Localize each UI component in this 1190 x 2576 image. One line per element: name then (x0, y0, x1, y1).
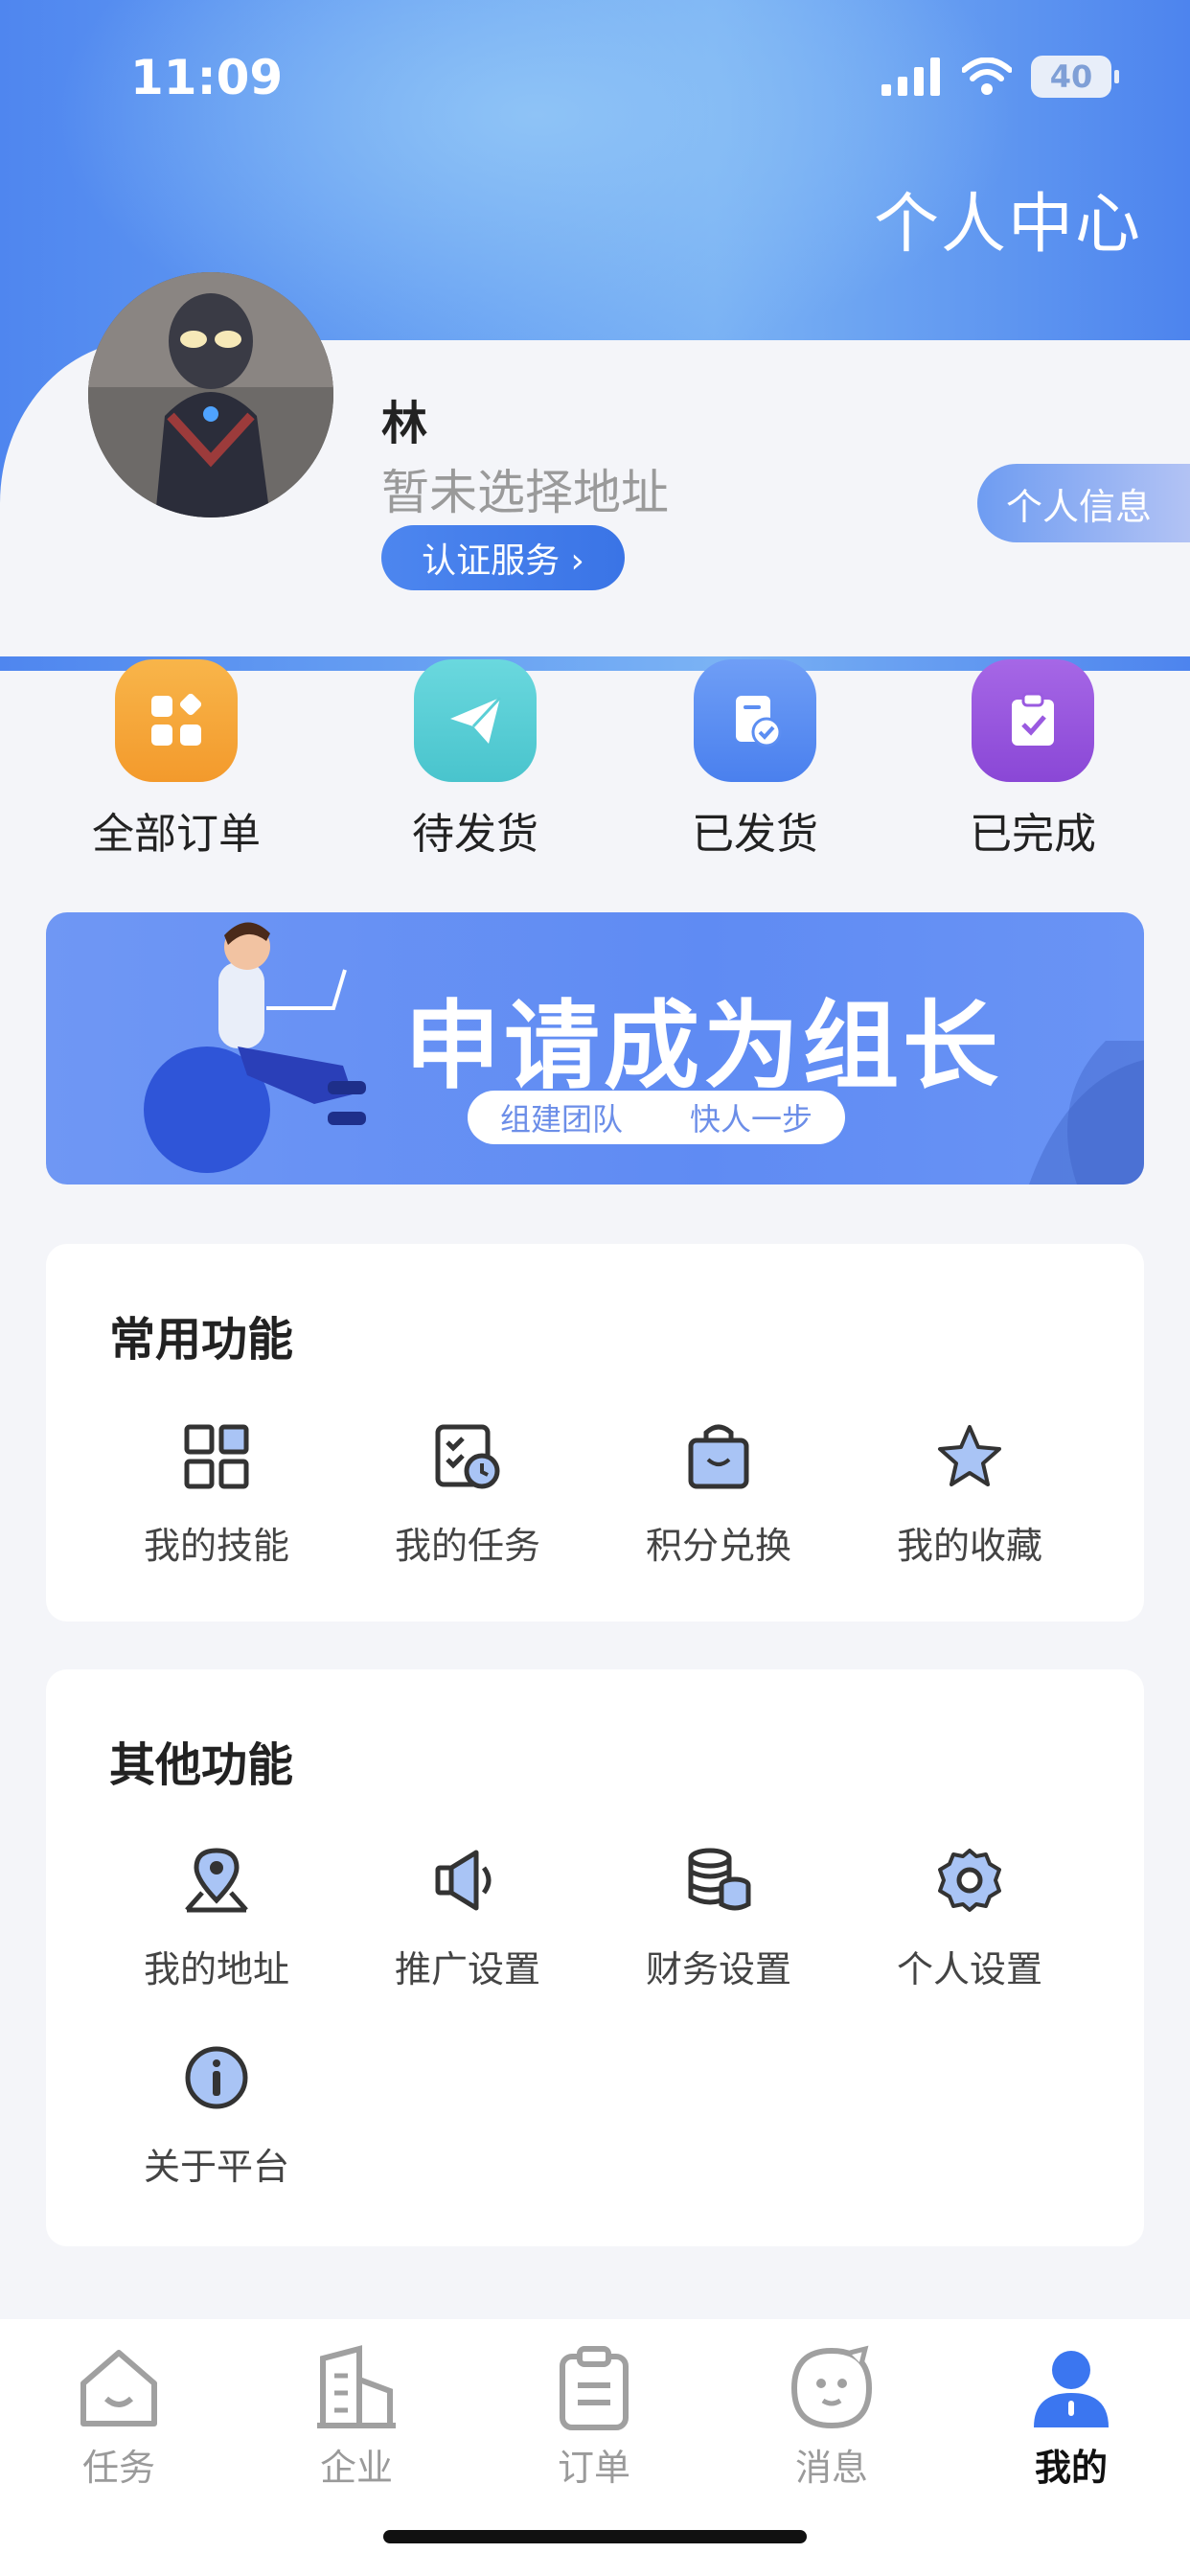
tab-tasks[interactable]: 任务 (33, 2340, 205, 2491)
document-check-icon (694, 659, 816, 782)
feature-finance-settings[interactable]: 财务设置 (604, 1842, 834, 1992)
tab-enterprise[interactable]: 企业 (270, 2340, 443, 2491)
feature-about-platform-label: 关于平台 (143, 2146, 289, 2188)
shopping-bag-icon (680, 1418, 757, 1495)
team-leader-banner[interactable]: 申请成为组长 组建团队 快人一步 (46, 912, 1144, 1184)
order-all[interactable]: 全部订单 (71, 659, 282, 861)
feature-personal-settings[interactable]: 个人设置 (855, 1842, 1085, 1992)
status-icons: 40 (881, 56, 1119, 98)
user-name: 林 (381, 397, 428, 450)
tab-mine-label: 我的 (1034, 2447, 1108, 2489)
tab-tasks-label: 任务 (81, 2447, 155, 2489)
feature-my-skills[interactable]: 我的技能 (102, 1418, 332, 1569)
personal-info-button[interactable]: 个人信息 (977, 464, 1190, 542)
certification-button[interactable]: 认证服务 › (381, 525, 625, 590)
grid-icon (115, 659, 238, 782)
feature-my-tasks-label: 我的任务 (394, 1525, 540, 1567)
tab-mine[interactable]: 我的 (985, 2340, 1157, 2491)
tab-messages-label: 消息 (794, 2447, 868, 2489)
tab-orders[interactable]: 订单 (508, 2340, 680, 2491)
location-pin-icon (178, 1842, 255, 1919)
star-icon (931, 1418, 1008, 1495)
feature-my-address[interactable]: 我的地址 (102, 1842, 332, 1992)
feature-my-favorites-label: 我的收藏 (896, 1525, 1042, 1567)
page-title: 个人中心 (873, 187, 1142, 263)
feature-points-exchange-label: 积分兑换 (645, 1525, 791, 1567)
battery-icon: 40 (1031, 56, 1119, 98)
order-shortcuts: 全部订单 待发货 已发货 已完成 (0, 659, 1190, 861)
feature-my-skills-label: 我的技能 (143, 1525, 289, 1567)
tab-orders-label: 订单 (557, 2447, 630, 2489)
feature-my-favorites[interactable]: 我的收藏 (855, 1418, 1085, 1569)
home-indicator (383, 2530, 807, 2543)
feature-points-exchange[interactable]: 积分兑换 (604, 1418, 834, 1569)
tab-messages[interactable]: 消息 (745, 2340, 918, 2491)
other-functions-card: 其他功能 我的地址 推广设置 财务设置 个人设置 关于平台 (46, 1669, 1144, 2246)
other-functions-title: 其他功能 (109, 1738, 294, 1792)
order-pending-label: 待发货 (412, 810, 538, 859)
person-icon (1023, 2340, 1119, 2436)
feature-finance-settings-label: 财务设置 (645, 1948, 791, 1990)
order-all-label: 全部订单 (92, 810, 261, 859)
feature-personal-settings-label: 个人设置 (896, 1948, 1042, 1990)
building-icon (309, 2340, 404, 2436)
banner-tag-left: 组建团队 (499, 1101, 623, 1138)
home-smile-icon (71, 2340, 167, 2436)
task-clock-icon (429, 1418, 506, 1495)
clipboard-check-icon (972, 659, 1094, 782)
person-laptop-illustration (144, 922, 366, 1173)
coins-icon (680, 1842, 757, 1919)
signal-icon (881, 58, 940, 96)
user-address[interactable]: 暂未选择地址 (381, 454, 669, 523)
common-functions-title: 常用功能 (109, 1313, 294, 1367)
gear-icon (931, 1842, 1008, 1919)
feature-promotion-settings-label: 推广设置 (394, 1948, 540, 1990)
order-shipped-label: 已发货 (692, 810, 818, 859)
order-pending[interactable]: 待发货 (370, 659, 581, 861)
banner-tag-right: 快人一步 (690, 1101, 813, 1138)
wifi-icon (962, 58, 1012, 95)
order-shipped[interactable]: 已发货 (650, 659, 860, 861)
paper-plane-icon (414, 659, 537, 782)
speaker-icon (429, 1842, 506, 1919)
tab-enterprise-label: 企业 (319, 2447, 393, 2489)
avatar[interactable] (88, 272, 333, 518)
order-completed[interactable]: 已完成 (927, 659, 1138, 861)
feature-my-tasks[interactable]: 我的任务 (353, 1418, 583, 1569)
common-functions-card: 常用功能 我的技能 我的任务 积分兑换 我的收藏 (46, 1244, 1144, 1622)
banner-title: 申请成为组长 (404, 990, 1002, 1102)
feature-about-platform[interactable]: 关于平台 (102, 2039, 332, 2190)
clipboard-icon (546, 2340, 642, 2436)
order-completed-label: 已完成 (970, 810, 1096, 859)
feature-promotion-settings[interactable]: 推广设置 (353, 1842, 583, 1992)
banner-tags: 组建团队 快人一步 (468, 1091, 845, 1144)
status-time: 11:09 (130, 50, 284, 105)
feature-my-address-label: 我的地址 (143, 1948, 289, 1990)
skills-grid-icon (178, 1418, 255, 1495)
chat-bubble-icon (784, 2340, 880, 2436)
info-icon (178, 2039, 255, 2116)
